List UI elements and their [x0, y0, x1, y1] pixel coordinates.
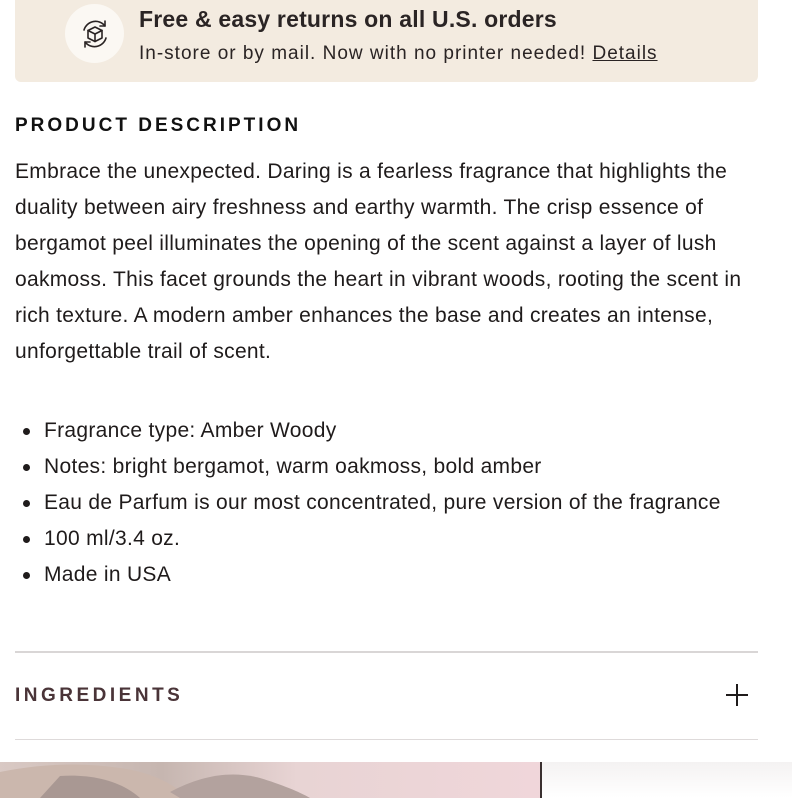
list-item: Notes: bright bergamot, warm oakmoss, bo…	[15, 449, 755, 485]
product-description-heading: PRODUCT DESCRIPTION	[15, 115, 302, 136]
returns-subtitle-text: In-store or by mail. Now with no printer…	[139, 43, 587, 64]
product-image-secondary	[542, 762, 792, 798]
returns-box-icon	[65, 4, 124, 63]
section-divider	[15, 739, 758, 740]
plus-icon[interactable]	[726, 684, 748, 706]
returns-subtitle: In-store or by mail. Now with no printer…	[139, 43, 658, 65]
returns-title: Free & easy returns on all U.S. orders	[139, 6, 557, 32]
returns-banner: Free & easy returns on all U.S. orders I…	[15, 0, 758, 82]
list-item: Fragrance type: Amber Woody	[15, 413, 755, 449]
returns-details-link[interactable]: Details	[592, 43, 657, 64]
product-description-text: Embrace the unexpected. Daring is a fear…	[15, 160, 742, 363]
product-details-list: Fragrance type: Amber Woody Notes: brigh…	[15, 413, 755, 593]
product-image	[0, 762, 540, 798]
ingredients-label: INGREDIENTS	[15, 685, 184, 706]
list-item: 100 ml/3.4 oz.	[15, 521, 755, 557]
list-item: Eau de Parfum is our most concentrated, …	[15, 485, 755, 521]
list-item: Made in USA	[15, 557, 755, 593]
ingredients-accordion[interactable]: INGREDIENTS	[15, 653, 758, 739]
